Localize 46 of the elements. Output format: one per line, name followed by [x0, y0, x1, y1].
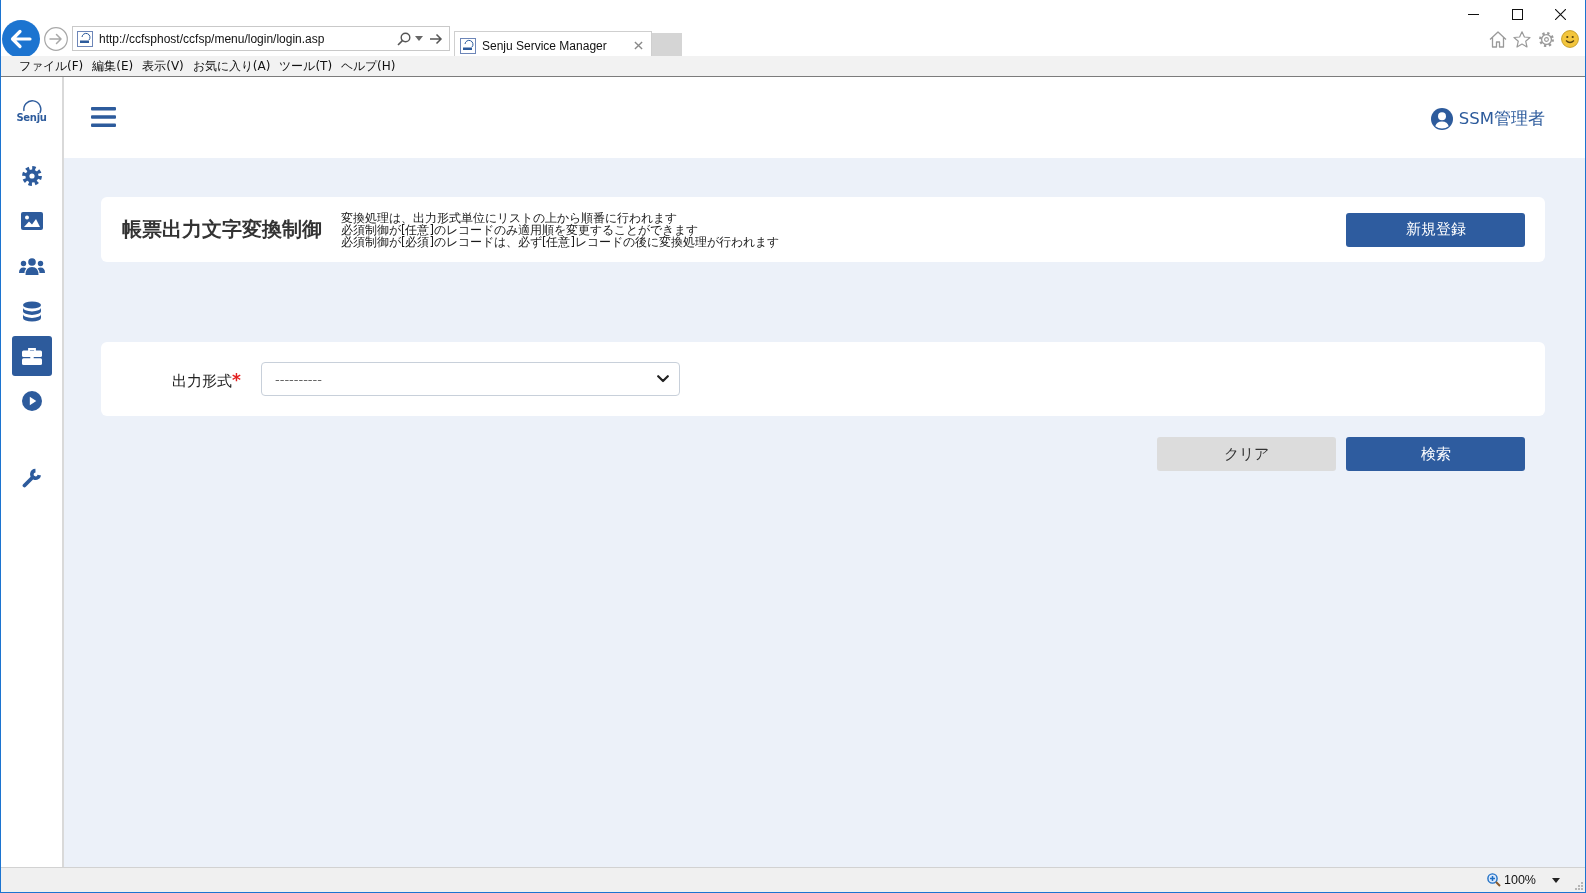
star-icon[interactable]	[1513, 30, 1532, 48]
menu-icon[interactable]	[91, 106, 116, 127]
smiley-icon[interactable]	[1561, 30, 1579, 48]
settings-icon[interactable]	[1537, 30, 1555, 48]
wrench-icon	[21, 468, 42, 488]
menu-item[interactable]: ツール(T)	[279, 58, 333, 74]
address-bar[interactable]: http://ccfsphost/ccfsp/menu/login/login.asp	[72, 26, 450, 51]
caret-icon[interactable]	[1552, 877, 1560, 883]
brand-logo[interactable]: Senju	[16, 99, 47, 123]
browser-tab[interactable]: Senju Service Manager	[454, 31, 652, 59]
play-icon	[21, 391, 42, 411]
gear-icon	[21, 166, 42, 186]
maximize-icon[interactable]	[1511, 8, 1523, 20]
zoom-button[interactable]: 100%	[1487, 873, 1536, 887]
menu-item[interactable]: お気に入り(A)	[192, 58, 271, 74]
user-avatar-icon	[1430, 107, 1453, 130]
format-select[interactable]: ----------	[261, 362, 680, 396]
go-arrow-icon[interactable]	[429, 32, 443, 45]
zoom-icon	[1487, 873, 1501, 887]
chevron-down-icon	[657, 375, 669, 383]
briefcase-icon	[21, 347, 42, 365]
menu-item[interactable]: ファイル(F)	[19, 58, 84, 74]
close-icon[interactable]	[1555, 8, 1566, 20]
note-text: 変換処理は、出力形式単位にリストの上から順番に行われます	[341, 211, 678, 224]
required-mark: *	[232, 371, 241, 389]
new-entry-button[interactable]: 新規登録	[1346, 212, 1525, 247]
minimize-icon[interactable]	[1468, 13, 1479, 15]
user-menu[interactable]: SSM管理者	[1430, 107, 1545, 130]
favicon-icon	[460, 37, 476, 54]
home-icon[interactable]	[1489, 30, 1507, 48]
field-label: 出力形式	[172, 371, 233, 391]
note-text: 必須制御が[必須]のレコードは、必ず[任意]レコードの後に変換処理が行われます	[341, 235, 779, 248]
favicon-icon	[77, 30, 93, 47]
resize-grip-icon[interactable]	[1574, 881, 1583, 890]
database-icon	[22, 300, 41, 322]
page-title: 帳票出力文字変換制御	[122, 217, 322, 243]
search-button[interactable]: 検索	[1346, 437, 1525, 471]
menu-item[interactable]: 編集(E)	[92, 58, 134, 74]
search-icon[interactable]	[397, 31, 411, 46]
menu-item[interactable]: 表示(V)	[142, 58, 184, 74]
note-text: 必須制御が[任意]のレコードのみ適用順を変更することができます	[341, 223, 698, 236]
clear-button[interactable]: クリア	[1157, 437, 1336, 471]
sidebar-item[interactable]	[11, 336, 52, 376]
users-icon	[18, 257, 45, 275]
menu-item[interactable]: ヘルプ(H)	[341, 58, 396, 74]
image-icon	[20, 212, 43, 230]
